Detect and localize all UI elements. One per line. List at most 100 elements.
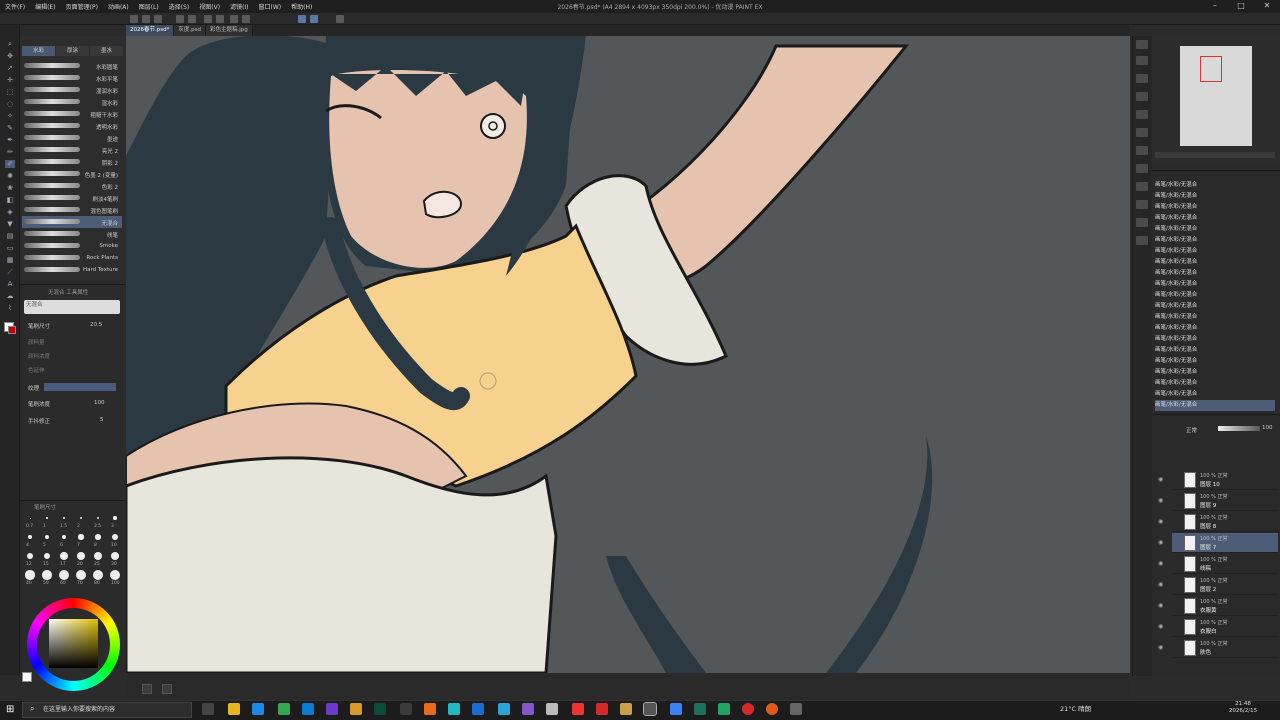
eye-icon[interactable]: ◉ (1158, 518, 1163, 525)
opacity-value[interactable]: 100 (1262, 425, 1273, 431)
brush-item[interactable]: 透明水彩 (22, 120, 122, 132)
snap-special-ruler-icon[interactable] (310, 15, 318, 23)
eye-icon[interactable]: ◉ (1158, 581, 1163, 588)
brush-item[interactable]: 色彩 2 (22, 180, 122, 192)
gradient-tool-icon[interactable]: ▤ (5, 232, 15, 240)
menu-layer[interactable]: 图层(L) (134, 2, 164, 11)
deselect-icon[interactable] (230, 15, 238, 23)
layer-item[interactable]: ◉ 100 % 正常 肤色 (1158, 638, 1278, 658)
brush-size-option[interactable]: 100 (107, 569, 123, 587)
menu-help[interactable]: 帮助(H) (286, 2, 317, 11)
layer-item[interactable]: ◉ 100 % 正常 图层 9 (1158, 491, 1278, 511)
ruler-tool-icon[interactable]: ⟋ (5, 268, 15, 276)
menu-edit[interactable]: 编辑(E) (30, 2, 60, 11)
redo-icon[interactable] (188, 15, 196, 23)
brush-settings-icon[interactable] (336, 15, 344, 23)
eye-icon[interactable]: ◉ (1158, 623, 1163, 630)
layer-item[interactable]: ◉ 100 % 正常 衣服白 (1158, 617, 1278, 637)
brush-item[interactable]: 水彩圆笔 (22, 60, 122, 72)
color-history-panel-icon[interactable] (1136, 236, 1148, 245)
eraser-tool-icon[interactable]: ◧ (5, 196, 15, 204)
layer-item[interactable]: ◉ 100 % 正常 图层 10 (1158, 470, 1278, 490)
history-item[interactable]: 画笔/水彩/无混合 (1155, 345, 1275, 356)
brush-item[interactable]: 色墨 2 (变量) (22, 168, 122, 180)
material-panel-icon[interactable] (1136, 110, 1148, 119)
history-item[interactable]: 画笔/水彩/无混合 (1155, 367, 1275, 378)
invert-selection-icon[interactable] (242, 15, 250, 23)
navigator-viewport[interactable] (1200, 56, 1222, 82)
brush-item[interactable]: 湿润水彩 (22, 84, 122, 96)
zoom-tool-icon[interactable]: ⌕ (5, 40, 15, 48)
tab-document-2[interactable]: 灰度.psd (174, 25, 206, 36)
file-explorer-icon[interactable] (228, 703, 240, 715)
app-icon-16[interactable] (620, 703, 632, 715)
brush-size-option[interactable]: 6 (56, 531, 72, 549)
history-item[interactable]: 画笔/水彩/无混合 (1155, 235, 1275, 246)
folder-app-icon[interactable] (350, 703, 362, 715)
vs-code-icon[interactable] (522, 703, 534, 715)
layer-item[interactable]: ◉ 100 % 正常 图层 2 (1158, 575, 1278, 595)
density-value[interactable]: 100 (94, 400, 105, 406)
current-color-swatch[interactable] (22, 672, 32, 682)
navigator-panel-icon[interactable] (1136, 40, 1148, 49)
history-item[interactable]: 画笔/水彩/无混合 (1155, 268, 1275, 279)
app-icon-19[interactable] (694, 703, 706, 715)
close-icon[interactable]: ✕ (1254, 0, 1280, 13)
layer-property-panel-icon[interactable] (1136, 74, 1148, 83)
layer-item[interactable]: ◉ 100 % 正常 线稿 (1158, 554, 1278, 574)
operation-tool-icon[interactable]: ➚ (5, 64, 15, 72)
app-icon-13[interactable] (546, 703, 558, 715)
eye-icon[interactable]: ◉ (1158, 497, 1163, 504)
history-item[interactable]: 画笔/水彩/无混合 (1155, 400, 1275, 411)
windows-start-icon[interactable]: ⊞ (6, 704, 14, 715)
navigator-zoom-slider[interactable] (1155, 152, 1275, 158)
history-item[interactable]: 画笔/水彩/无混合 (1155, 290, 1275, 301)
brush-size-option[interactable]: 15 (39, 550, 55, 568)
brush-size-option[interactable]: 30 (107, 550, 123, 568)
eyedropper-tool-icon[interactable]: ✎ (5, 124, 15, 132)
brush-item[interactable]: 刷淡4笔刷 (22, 192, 122, 204)
brush-size-option[interactable]: 5 (39, 531, 55, 549)
history-item[interactable]: 画笔/水彩/无混合 (1155, 257, 1275, 268)
saturation-value-square[interactable] (49, 619, 98, 668)
brush-item[interactable]: 水彩平笔 (22, 72, 122, 84)
auto-select-tool-icon[interactable]: ✧ (5, 112, 15, 120)
opacity-slider[interactable] (1218, 426, 1260, 431)
app-icon-14[interactable] (572, 703, 584, 715)
size-value[interactable]: 20.5 (90, 322, 102, 328)
weather-status[interactable]: 21°C 晴朗 (1060, 703, 1091, 713)
brush-size-option[interactable]: 3 (107, 512, 123, 530)
eye-icon[interactable]: ◉ (1158, 602, 1163, 609)
brush-item[interactable]: Hard Texture (22, 264, 122, 276)
brush-size-option[interactable]: 10 (107, 531, 123, 549)
info-panel-icon[interactable] (1136, 164, 1148, 173)
history-item[interactable]: 画笔/水彩/无混合 (1155, 323, 1275, 334)
brush-item[interactable]: Smoke (22, 240, 122, 252)
brush-size-option[interactable]: 4 (22, 531, 38, 549)
clock[interactable]: 21:48 2026/2/15 (1222, 701, 1264, 715)
history-item[interactable]: 画笔/水彩/无混合 (1155, 246, 1275, 257)
menu-select[interactable]: 选择(S) (164, 2, 195, 11)
transform-icon[interactable] (216, 15, 224, 23)
auto-action-panel-icon[interactable] (1136, 146, 1148, 155)
brush-size-option[interactable]: 25 (90, 550, 106, 568)
paint-app-icon[interactable] (643, 702, 657, 716)
app-icon-11[interactable] (498, 703, 510, 715)
brush-size-option[interactable]: 2.5 (90, 512, 106, 530)
brush-size-option[interactable]: 8 (90, 531, 106, 549)
history-item[interactable]: 画笔/水彩/无混合 (1155, 356, 1275, 367)
pycharm-icon[interactable] (718, 703, 730, 715)
app-icon-9[interactable] (448, 703, 460, 715)
history-item[interactable]: 画笔/水彩/无混合 (1155, 279, 1275, 290)
app-icon-7[interactable] (400, 703, 412, 715)
pen-tool-icon[interactable]: ✒ (5, 136, 15, 144)
sub-color-swatch[interactable] (8, 326, 16, 334)
color-set-panel-icon[interactable] (1136, 182, 1148, 191)
fill-tool-icon[interactable]: ▼ (5, 220, 15, 228)
menu-filter[interactable]: 滤镜(I) (225, 2, 253, 11)
blend-mode-select[interactable]: 正常 (1186, 426, 1197, 434)
brush-size-option[interactable]: 80 (90, 569, 106, 587)
brush-size-option[interactable]: 1.5 (56, 512, 72, 530)
menu-animation[interactable]: 动画(A) (103, 2, 134, 11)
maximize-icon[interactable]: □ (1228, 0, 1254, 13)
